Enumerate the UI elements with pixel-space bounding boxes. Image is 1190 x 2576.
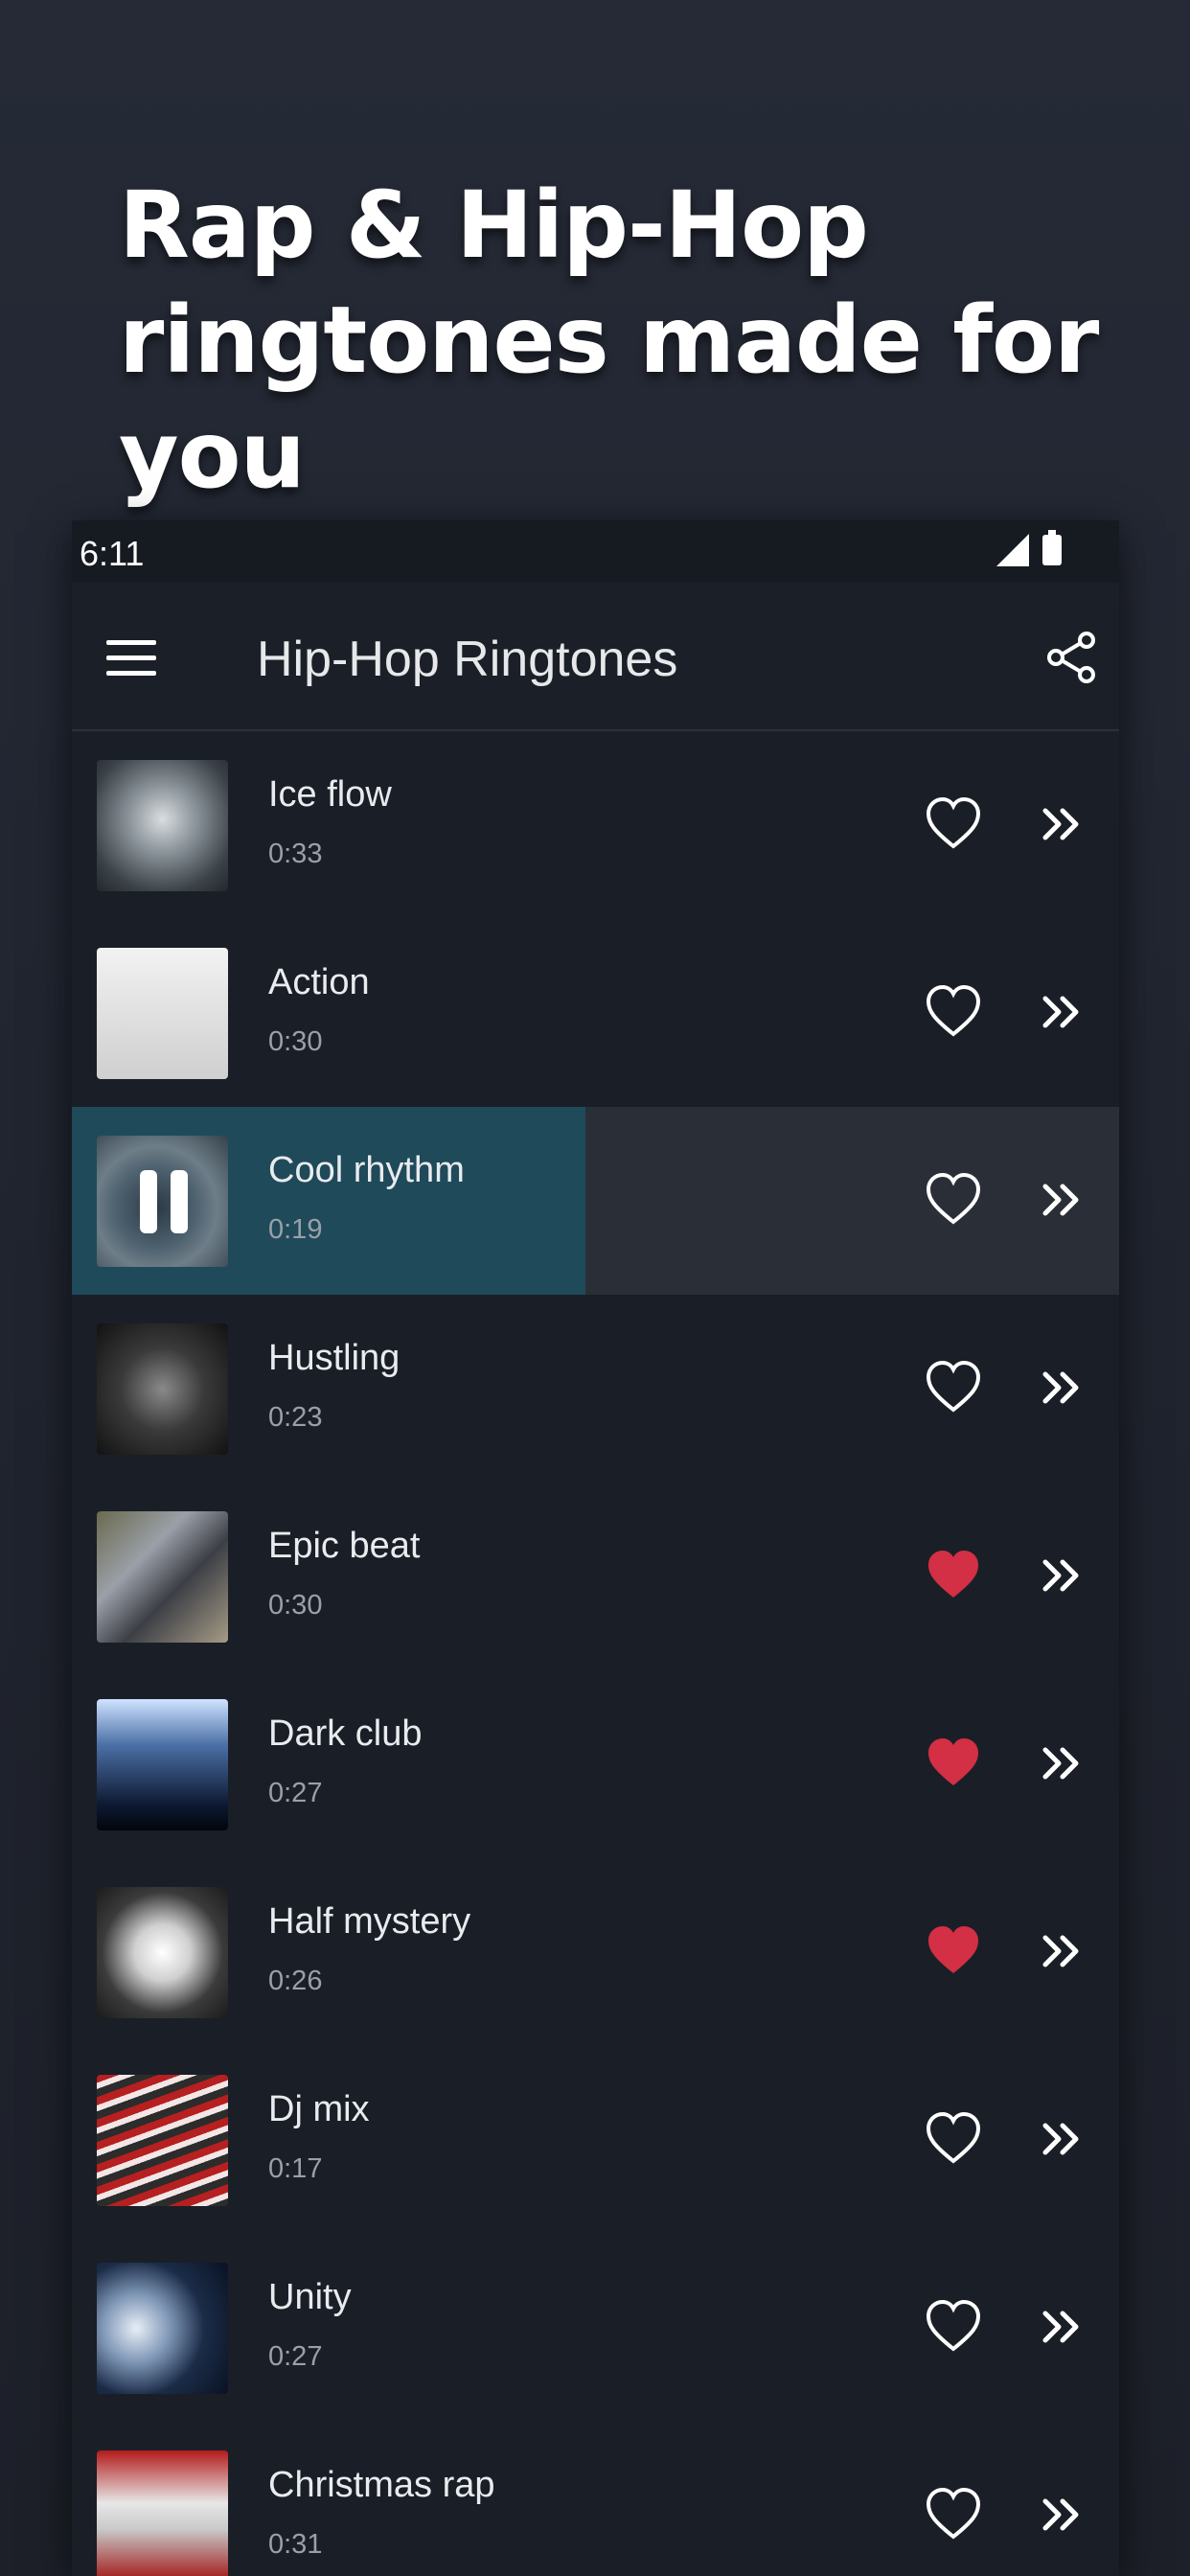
ringtone-duration: 0:23 [268,1402,323,1433]
double-chevron-right-icon[interactable] [1040,1929,1084,1973]
ringtone-thumbnail [97,760,228,891]
ringtone-duration: 0:30 [268,1590,323,1621]
status-bar: 6:11 [72,520,1119,583]
double-chevron-right-icon[interactable] [1040,2493,1084,2537]
ringtone-duration: 0:19 [268,1214,323,1245]
ringtone-thumbnail [97,1887,228,2018]
ringtone-duration: 0:17 [268,2153,323,2184]
ringtone-title: Epic beat [268,1526,421,1566]
promo-headline: Rap & Hip-Hop ringtones made for you [119,168,1173,513]
double-chevron-right-icon[interactable] [1040,2117,1084,2161]
ringtone-title: Hustling [268,1338,400,1378]
app-title: Hip-Hop Ringtones [257,632,678,687]
promo-line-1: Rap & Hip-Hop [119,172,869,279]
share-icon[interactable] [1042,629,1100,686]
heart-outline-icon[interactable] [925,2299,982,2353]
ringtone-title: Dj mix [268,2089,370,2129]
heart-filled-icon[interactable] [925,1736,982,1789]
ringtone-title: Cool rhythm [268,1150,465,1190]
heart-filled-icon[interactable] [925,1923,982,1977]
ringtone-title: Ice flow [268,774,392,815]
double-chevron-right-icon[interactable] [1040,1366,1084,1410]
double-chevron-right-icon[interactable] [1040,1741,1084,1785]
ringtone-thumbnail [97,2450,228,2576]
ringtone-thumbnail [97,2263,228,2394]
app-bar: Hip-Hop Ringtones [72,583,1119,731]
double-chevron-right-icon[interactable] [1040,1178,1084,1222]
heart-outline-icon[interactable] [925,984,982,1038]
ringtone-row[interactable]: Dj mix 0:17 [72,2046,1119,2234]
heart-outline-icon[interactable] [925,2111,982,2165]
ringtone-row[interactable]: Action 0:30 [72,919,1119,1107]
heart-filled-icon[interactable] [925,1548,982,1601]
ringtone-row[interactable]: Cool rhythm 0:19 [72,1107,1119,1295]
ringtone-thumbnail [97,948,228,1079]
ringtone-row[interactable]: Unity 0:27 [72,2234,1119,2422]
double-chevron-right-icon[interactable] [1040,802,1084,846]
ringtone-duration: 0:31 [268,2529,323,2560]
heart-outline-icon[interactable] [925,796,982,850]
ringtone-row[interactable]: Hustling 0:23 [72,1295,1119,1483]
ringtone-duration: 0:33 [268,839,323,869]
ringtone-duration: 0:30 [268,1026,323,1057]
pause-icon[interactable] [140,1170,188,1233]
ringtone-title: Half mystery [268,1901,471,1942]
signal-icon [996,534,1029,566]
ringtone-title: Action [268,962,370,1002]
ringtone-thumbnail [97,1323,228,1455]
ringtone-row[interactable]: Ice flow 0:33 [72,731,1119,919]
status-time: 6:11 [80,534,145,573]
double-chevron-right-icon[interactable] [1040,990,1084,1034]
ringtone-duration: 0:26 [268,1966,323,1996]
ringtone-row[interactable]: Half mystery 0:26 [72,1858,1119,2046]
ringtone-row[interactable]: Epic beat 0:30 [72,1483,1119,1670]
ringtone-duration: 0:27 [268,1778,323,1808]
ringtone-title: Unity [268,2277,352,2317]
ringtone-thumbnail [97,2075,228,2206]
ringtone-thumbnail [97,1511,228,1643]
menu-icon[interactable] [106,640,156,677]
heart-outline-icon[interactable] [925,1172,982,1226]
ringtone-title: Christmas rap [268,2465,495,2505]
promo-line-2: ringtones made for you [119,287,1099,509]
ringtone-row[interactable]: Christmas rap 0:31 [72,2422,1119,2576]
status-icons [996,530,1062,566]
battery-icon [1042,530,1062,565]
phone-screen: 6:11 Hip-Hop Ringtones Ice flow 0:33 Acti… [72,520,1119,2576]
ringtone-thumbnail [97,1699,228,1830]
ringtone-list: Ice flow 0:33 Action 0:30 Cool rhythm 0:19 … [72,731,1119,2576]
heart-outline-icon[interactable] [925,2487,982,2541]
ringtone-thumbnail [97,1136,228,1267]
ringtone-title: Dark club [268,1714,423,1754]
double-chevron-right-icon[interactable] [1040,1553,1084,1598]
ringtone-duration: 0:27 [268,2341,323,2372]
heart-outline-icon[interactable] [925,1360,982,1414]
double-chevron-right-icon[interactable] [1040,2305,1084,2349]
ringtone-row[interactable]: Dark club 0:27 [72,1670,1119,1858]
